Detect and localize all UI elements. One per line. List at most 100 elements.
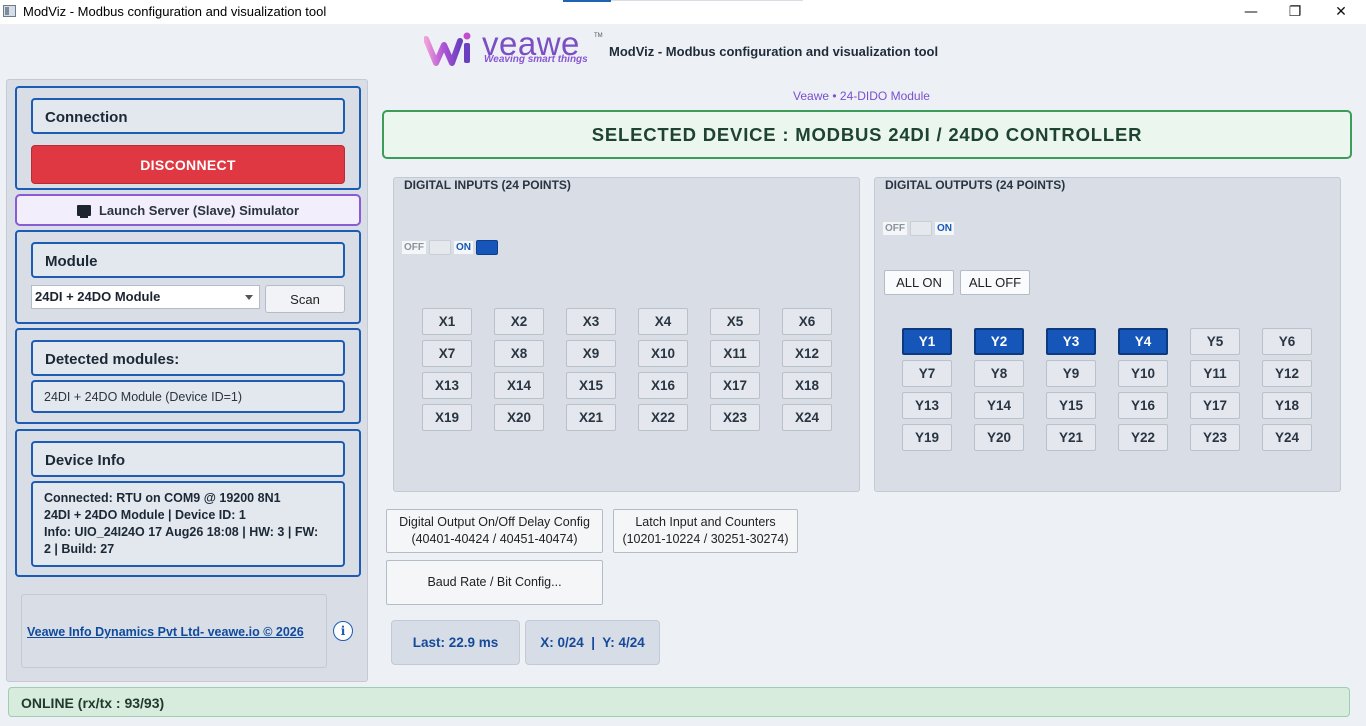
veawe-logo: veawe TM Weaving smart things [424,25,603,69]
output-delay-config-range: (40401-40424 / 40451-40474) [411,532,578,546]
module-select-value: 24DI + 24DO Module [35,289,161,304]
module-select[interactable]: 24DI + 24DO Module [31,285,260,309]
info-icon[interactable]: i [333,621,353,641]
input-point-x5[interactable]: X5 [710,308,760,335]
all-off-button[interactable]: ALL OFF [960,270,1030,295]
output-point-y19[interactable]: Y19 [902,424,952,451]
output-point-y2[interactable]: Y2 [974,328,1024,355]
device-info-header: Device Info [31,441,345,477]
input-point-x2[interactable]: X2 [494,308,544,335]
outputs-toggle-off-switch[interactable] [910,221,932,236]
input-point-x1[interactable]: X1 [422,308,472,335]
connection-header: Connection [31,98,345,134]
output-point-y17[interactable]: Y17 [1190,392,1240,419]
input-point-x9[interactable]: X9 [566,340,616,367]
input-point-x14[interactable]: X14 [494,372,544,399]
input-point-x11[interactable]: X11 [710,340,760,367]
device-info-line-1: Connected: RTU on COM9 @ 19200 8N1 [44,491,281,505]
left-sidebar: Connection DISCONNECT Launch Server (Sla… [6,79,368,682]
window-title: ModViz - Modbus configuration and visual… [23,4,327,19]
input-point-x7[interactable]: X7 [422,340,472,367]
titlebar-accent [563,0,611,2]
all-on-button[interactable]: ALL ON [884,270,954,295]
detected-modules-group: Detected modules: 24DI + 24DO Module (De… [15,328,361,424]
input-point-x4[interactable]: X4 [638,308,688,335]
minimize-button[interactable]: — [1228,0,1274,24]
output-point-y10[interactable]: Y10 [1118,360,1168,387]
device-info-group: Device Info Connected: RTU on COM9 @ 192… [15,429,361,577]
input-point-x16[interactable]: X16 [638,372,688,399]
input-point-x23[interactable]: X23 [710,404,760,431]
output-point-y3[interactable]: Y3 [1046,328,1096,355]
output-point-y13[interactable]: Y13 [902,392,952,419]
output-point-y9[interactable]: Y9 [1046,360,1096,387]
company-link[interactable]: Veawe Info Dynamics Pvt Ltd- veawe.io © … [27,625,304,639]
disconnect-button[interactable]: DISCONNECT [31,145,345,184]
output-point-y1[interactable]: Y1 [902,328,952,355]
output-point-y18[interactable]: Y18 [1262,392,1312,419]
output-point-y23[interactable]: Y23 [1190,424,1240,451]
output-point-y11[interactable]: Y11 [1190,360,1240,387]
input-point-x24[interactable]: X24 [782,404,832,431]
scan-button[interactable]: Scan [265,285,345,313]
output-point-y15[interactable]: Y15 [1046,392,1096,419]
input-point-x20[interactable]: X20 [494,404,544,431]
output-point-y4[interactable]: Y4 [1118,328,1168,355]
input-point-x13[interactable]: X13 [422,372,472,399]
restore-button[interactable]: ❐ [1272,0,1318,24]
inputs-toggle-on-switch[interactable] [476,240,498,255]
output-point-y16[interactable]: Y16 [1118,392,1168,419]
logo-trademark: TM [594,33,603,39]
app-title: ModViz - Modbus configuration and visual… [609,44,939,59]
io-count-stat: X: 0/24 | Y: 4/24 [525,620,660,665]
detected-module-item[interactable]: 24DI + 24DO Module (Device ID=1) [31,380,345,413]
inputs-toggle-on-label: ON [454,241,473,254]
output-delay-config-title: Digital Output On/Off Delay Config [399,515,590,529]
output-point-y5[interactable]: Y5 [1190,328,1240,355]
input-point-x15[interactable]: X15 [566,372,616,399]
digital-inputs-panel: DIGITAL INPUTS (24 POINTS) OFF ON X1 X2 X3… [393,177,860,492]
input-point-x17[interactable]: X17 [710,372,760,399]
output-point-y20[interactable]: Y20 [974,424,1024,451]
connection-group: Connection DISCONNECT [15,86,361,190]
input-point-x19[interactable]: X19 [422,404,472,431]
input-point-x8[interactable]: X8 [494,340,544,367]
digital-outputs-panel: DIGITAL OUTPUTS (24 POINTS) OFF ON Y1 Y2 Y… [874,177,1341,492]
latch-input-counters-title: Latch Input and Counters [635,515,776,529]
input-point-x6[interactable]: X6 [782,308,832,335]
output-point-y24[interactable]: Y24 [1262,424,1312,451]
output-point-y22[interactable]: Y22 [1118,424,1168,451]
monitor-icon [76,204,91,218]
input-point-x18[interactable]: X18 [782,372,832,399]
detected-modules-header: Detected modules: [31,340,345,376]
outputs-toggle[interactable]: OFF ON [883,221,954,236]
device-info-text: Connected: RTU on COM9 @ 19200 8N1 24DI … [31,481,345,567]
latch-input-counters-button[interactable]: Latch Input and Counters (10201-10224 / … [613,509,798,553]
device-info-line-4: 2 | Build: 27 [44,542,115,556]
app-icon [3,5,16,17]
output-point-y21[interactable]: Y21 [1046,424,1096,451]
output-point-y12[interactable]: Y12 [1262,360,1312,387]
device-info-line-3: Info: UIO_24I24O 17 Aug26 18:08 | HW: 3 … [44,525,319,539]
inputs-toggle[interactable]: OFF ON [402,240,498,255]
launch-simulator-button[interactable]: Launch Server (Slave) Simulator [15,194,361,226]
outputs-toggle-off-label: OFF [883,222,907,235]
input-point-x10[interactable]: X10 [638,340,688,367]
output-delay-config-button[interactable]: Digital Output On/Off Delay Config (4040… [386,509,603,553]
close-button[interactable]: ✕ [1318,0,1364,24]
input-point-x21[interactable]: X21 [566,404,616,431]
digital-inputs-title: DIGITAL INPUTS (24 POINTS) [404,178,571,192]
input-point-x22[interactable]: X22 [638,404,688,431]
module-header: Module [31,242,345,278]
output-point-y7[interactable]: Y7 [902,360,952,387]
input-point-x3[interactable]: X3 [566,308,616,335]
inputs-toggle-off-switch[interactable] [429,240,451,255]
device-subtitle: Veawe • 24-DIDO Module [793,89,930,103]
output-point-y14[interactable]: Y14 [974,392,1024,419]
logo-tagline: Weaving smart things [484,54,588,65]
output-point-y6[interactable]: Y6 [1262,328,1312,355]
input-point-x12[interactable]: X12 [782,340,832,367]
baud-rate-config-button[interactable]: Baud Rate / Bit Config... [386,560,603,605]
output-point-y8[interactable]: Y8 [974,360,1024,387]
outputs-toggle-on-label: ON [935,222,954,235]
